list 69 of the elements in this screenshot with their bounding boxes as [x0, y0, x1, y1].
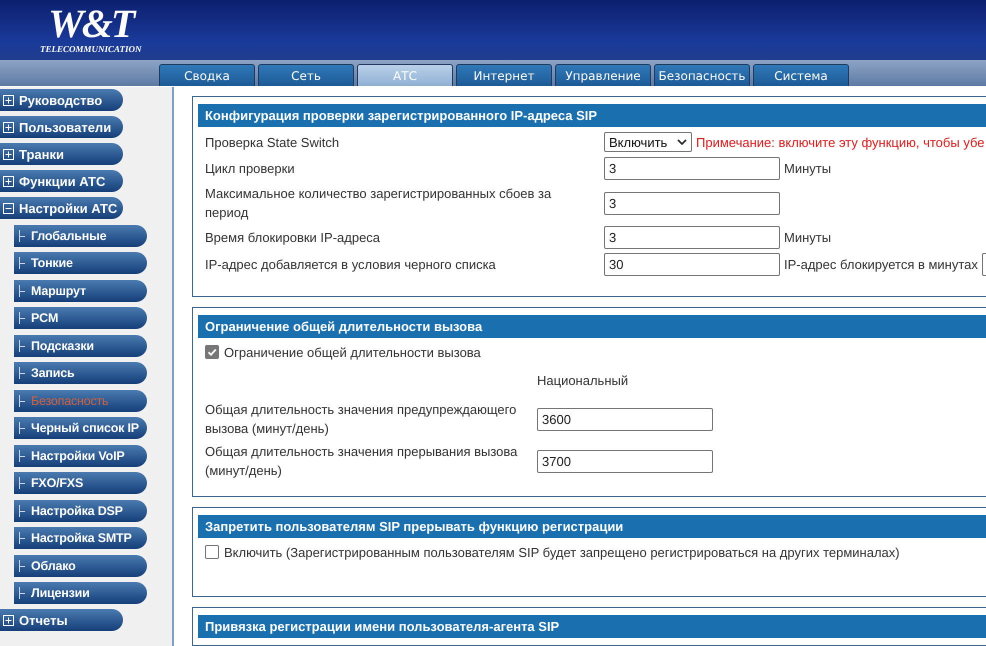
- input-field[interactable]: 3: [604, 226, 780, 249]
- unit-label: IP-адрес блокируется в минутах: [784, 257, 978, 272]
- tree-branch-icon: [18, 312, 26, 324]
- nav-tab[interactable]: Сводка: [159, 64, 255, 86]
- tree-branch-icon: [18, 394, 26, 406]
- panel-title: Привязка регистрации имени пользователя-агента SIP: [198, 615, 986, 638]
- sidebar-subitem[interactable]: Глобальные: [14, 224, 147, 246]
- nav-tab[interactable]: Управление: [555, 64, 651, 86]
- sidebar-subitem[interactable]: Маршрут: [14, 280, 147, 302]
- tree-branch-icon: [18, 587, 26, 599]
- sidebar-subitem[interactable]: PCM: [14, 307, 147, 329]
- panel-title: Ограничение общей длительности вызова: [198, 315, 986, 338]
- tree-branch-icon: [18, 450, 26, 462]
- unit-label: Минуты: [784, 161, 832, 176]
- tree-branch-icon: [18, 340, 26, 352]
- input-field[interactable]: 3: [604, 157, 780, 180]
- field-label: Проверка State Switch: [205, 134, 340, 152]
- sidebar-item[interactable]: Отчеты: [0, 609, 123, 631]
- input-field[interactable]: 3600: [537, 408, 713, 431]
- field-label: Общая длительность значения предупреждающего вызова (минут/день): [205, 401, 518, 438]
- input-field[interactable]: 3700: [537, 450, 713, 473]
- tree-branch-icon: [18, 422, 26, 434]
- field-label: Время блокировки IP-адреса: [205, 229, 382, 247]
- tree-branch-icon: [18, 532, 26, 544]
- sidebar-subitem[interactable]: FXO/FXS: [14, 472, 147, 494]
- column-heading: Национальный: [537, 372, 630, 390]
- note-text: Примечание: включите эту функцию, чтобы убе: [696, 134, 984, 150]
- caret-icon: [677, 139, 687, 145]
- tree-branch-icon: [18, 257, 26, 269]
- checkbox-label: Включить (Зарегистрированным пользователям SIP будет запрещено регистрироваться на других терминалах): [224, 544, 900, 560]
- nav-tab[interactable]: Сеть: [258, 64, 354, 86]
- checkbox[interactable]: [205, 545, 219, 560]
- nav-tab[interactable]: Интернет: [456, 64, 552, 86]
- checkbox[interactable]: [205, 345, 219, 360]
- sidebar-item[interactable]: Руководство: [0, 89, 123, 111]
- sidebar-subitem[interactable]: Настройка SMTP: [14, 527, 147, 549]
- dropdown[interactable]: Включить: [604, 132, 692, 152]
- nav-tab[interactable]: Система: [753, 64, 849, 86]
- logo-text: W&T: [48, 4, 134, 44]
- tree-branch-icon: [18, 477, 26, 489]
- input-field[interactable]: 3: [604, 192, 780, 214]
- panel-title: Запретить пользователям SIP прерывать функцию регистрации: [198, 515, 986, 538]
- nav-tab[interactable]: Безопасность: [654, 64, 750, 86]
- tree-branch-icon: [18, 504, 26, 516]
- checkbox-label: Ограничение общей длительности вызова: [224, 344, 481, 360]
- sidebar-subitem[interactable]: Настройка DSP: [14, 500, 147, 522]
- input-field[interactable]: 30: [604, 253, 780, 276]
- sidebar-item[interactable]: Транки: [0, 143, 123, 165]
- sidebar-subitem[interactable]: Черный список IP: [14, 417, 147, 439]
- sidebar-subitem[interactable]: Запись: [14, 362, 147, 384]
- sidebar-subitem[interactable]: Облако: [14, 554, 147, 576]
- tree-branch-icon: [18, 560, 26, 572]
- field-label: Максимальное количество зарегистрированных сбоев за период: [205, 185, 552, 222]
- sidebar-subitem[interactable]: Тонкие: [14, 252, 147, 274]
- tree-branch-icon: [18, 284, 26, 296]
- sidebar-item[interactable]: Пользователи: [0, 116, 123, 138]
- sidebar-subitem[interactable]: Лицензии: [14, 582, 147, 604]
- unit-label: Минуты: [784, 230, 832, 245]
- field-label: Общая длительность значения прерывания вызова (минут/день): [205, 443, 518, 480]
- field-label: Цикл проверки: [205, 160, 296, 178]
- field-label: IP-адрес добавляется в условия черного списка: [205, 256, 497, 274]
- logo-subtitle: TELECOMMUNICATION: [40, 44, 142, 54]
- sidebar-item[interactable]: Функции АТС: [0, 170, 123, 192]
- panel-title: Конфигурация проверки зарегистрированного IP-адреса SIP: [198, 104, 986, 127]
- tree-branch-icon: [18, 367, 26, 379]
- sidebar-subitem[interactable]: Настройки VoIP: [14, 444, 147, 466]
- sidebar-item[interactable]: Настройки АТС: [0, 197, 123, 219]
- sidebar-subitem[interactable]: Подсказки: [14, 334, 147, 356]
- tree-branch-icon: [18, 230, 26, 242]
